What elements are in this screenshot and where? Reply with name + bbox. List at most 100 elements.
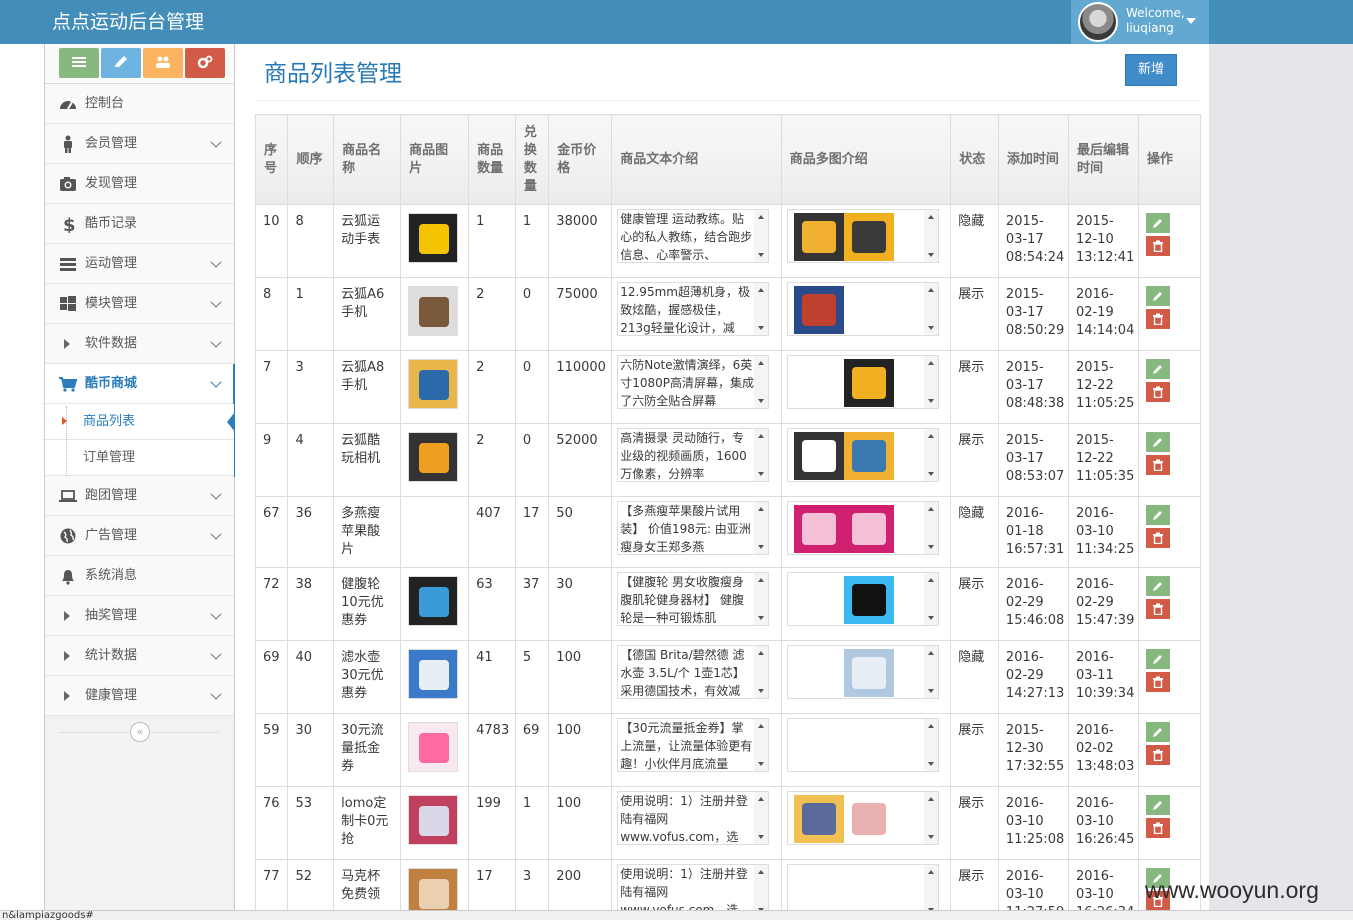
product-image[interactable] xyxy=(408,722,460,773)
description-textarea[interactable]: 使用说明：1）注册并登陆有福网www.vofus.com，选 xyxy=(617,791,770,845)
product-gallery-image[interactable] xyxy=(843,432,894,480)
scrollbar[interactable] xyxy=(923,502,938,554)
description-textarea[interactable]: 高清摄录 灵动随行，专业级的视频画质，1600万像素，分辨率 xyxy=(617,428,770,482)
scrollbar[interactable] xyxy=(923,429,938,481)
sidebar-item-sports[interactable]: 运动管理 xyxy=(45,244,234,284)
delete-button[interactable] xyxy=(1145,382,1170,402)
edit-button[interactable] xyxy=(1145,795,1170,815)
gallery-scrollbox[interactable] xyxy=(786,501,939,555)
shortcut-pencil-button[interactable] xyxy=(101,48,141,78)
add-product-button[interactable]: 新增 xyxy=(1125,54,1177,86)
app-title[interactable]: 点点运动后台管理 xyxy=(52,10,204,34)
delete-button[interactable] xyxy=(1145,672,1170,692)
product-image[interactable] xyxy=(408,649,460,700)
scrollbar[interactable] xyxy=(923,283,938,335)
column-header[interactable]: 序号 xyxy=(254,114,289,205)
scrollbar[interactable] xyxy=(754,429,769,481)
sidebar-item-software-data[interactable]: 软件数据 xyxy=(45,324,234,364)
scrollbar[interactable] xyxy=(923,719,938,771)
scrollbar[interactable] xyxy=(754,719,769,771)
delete-button[interactable] xyxy=(1145,236,1170,256)
edit-button[interactable] xyxy=(1145,359,1170,379)
product-gallery-image[interactable] xyxy=(843,649,894,697)
column-header[interactable]: 商品名称 xyxy=(333,114,402,205)
shortcut-group-button[interactable] xyxy=(143,48,183,78)
gallery-scrollbox[interactable] xyxy=(786,209,939,263)
product-gallery-image[interactable] xyxy=(843,795,894,843)
product-gallery-image[interactable] xyxy=(793,795,844,843)
caret-down-icon[interactable] xyxy=(1186,18,1196,24)
product-image[interactable] xyxy=(408,213,460,264)
edit-button[interactable] xyxy=(1145,576,1170,596)
gallery-scrollbox[interactable] xyxy=(786,791,939,845)
gallery-scrollbox[interactable] xyxy=(786,645,939,699)
sidebar-item-dashboard[interactable]: 控制台 xyxy=(45,84,234,124)
sidebar-item-messages[interactable]: 系统消息 xyxy=(45,556,234,596)
description-textarea[interactable]: 12.95mm超薄机身，极致炫酷，握感极佳，213g轻量化设计，减 xyxy=(617,282,770,336)
product-gallery-image[interactable] xyxy=(843,576,894,624)
delete-button[interactable] xyxy=(1145,309,1170,329)
product-gallery-image[interactable] xyxy=(843,359,894,407)
scrollbar[interactable] xyxy=(923,646,938,698)
edit-button[interactable] xyxy=(1145,505,1170,525)
column-header[interactable]: 操作 xyxy=(1137,114,1202,205)
description-textarea[interactable]: 【健腹轮 男女收腹瘦身 腹肌轮健身器材】 健腹轮是一种可锻炼肌 xyxy=(617,572,770,626)
gallery-scrollbox[interactable] xyxy=(786,572,939,626)
gallery-scrollbox[interactable] xyxy=(786,428,939,482)
sidebar-item-statistics[interactable]: 统计数据 xyxy=(45,636,234,676)
product-image[interactable] xyxy=(408,432,460,483)
sidebar-item-members[interactable]: 会员管理 xyxy=(45,124,234,164)
sidebar-item-health[interactable]: 健康管理 xyxy=(45,676,234,716)
sidebar-item-lottery[interactable]: 抽奖管理 xyxy=(45,596,234,636)
collapse-sidebar-icon[interactable]: « xyxy=(130,722,150,742)
sidebar-item-modules[interactable]: 模块管理 xyxy=(45,284,234,324)
scrollbar[interactable] xyxy=(923,210,938,262)
product-gallery-image[interactable] xyxy=(793,432,844,480)
scrollbar[interactable] xyxy=(923,573,938,625)
column-header[interactable]: 金币价格 xyxy=(548,114,613,205)
description-textarea[interactable]: 六防Note激情演绎，6英寸1080P高清屏幕，集成了六防全贴合屏幕 xyxy=(617,355,770,409)
scrollbar[interactable] xyxy=(754,502,769,554)
scrollbar[interactable] xyxy=(754,573,769,625)
product-image[interactable] xyxy=(408,576,460,627)
user-menu[interactable]: Welcome, liuqiang xyxy=(1071,0,1209,44)
product-image[interactable] xyxy=(408,286,460,337)
column-header[interactable]: 商品数量 xyxy=(468,114,516,205)
gallery-scrollbox[interactable] xyxy=(786,718,939,772)
delete-button[interactable] xyxy=(1145,528,1170,548)
scrollbar[interactable] xyxy=(923,792,938,844)
edit-button[interactable] xyxy=(1145,286,1170,306)
column-header[interactable]: 商品多图介绍 xyxy=(780,114,952,205)
scrollbar[interactable] xyxy=(754,646,769,698)
product-image[interactable] xyxy=(408,359,460,410)
description-textarea[interactable]: 【30元流量抵金券】掌上流量，让流量体验更有趣！小伙伴月底流量 xyxy=(617,718,770,772)
column-header[interactable]: 兑换数量 xyxy=(514,114,550,205)
description-textarea[interactable]: 【多燕瘦苹果酸片试用装】 价值198元: 由亚洲瘦身女王郑多燕 xyxy=(617,501,770,555)
column-header[interactable]: 状态 xyxy=(950,114,999,205)
edit-button[interactable] xyxy=(1145,722,1170,742)
sidebar-item-discover[interactable]: 发现管理 xyxy=(45,164,234,204)
column-header[interactable]: 顺序 xyxy=(287,114,335,205)
column-header[interactable]: 商品图片 xyxy=(400,114,470,205)
product-image[interactable] xyxy=(408,795,460,846)
product-gallery-image[interactable] xyxy=(793,286,844,334)
description-textarea[interactable]: 【德国 Brita/碧然德 滤水壶 3.5L/个 1壶1芯】 采用德国技术，有效… xyxy=(617,645,770,699)
scrollbar[interactable] xyxy=(754,792,769,844)
scrollbar[interactable] xyxy=(923,356,938,408)
delete-button[interactable] xyxy=(1145,745,1170,765)
sidebar-item-ads[interactable]: 广告管理 xyxy=(45,516,234,556)
sidebar-item-coins[interactable]: $ 酷币记录 xyxy=(45,204,234,244)
delete-button[interactable] xyxy=(1145,599,1170,619)
product-gallery-image[interactable] xyxy=(843,505,894,553)
product-gallery-image[interactable] xyxy=(793,213,844,261)
product-gallery-image[interactable] xyxy=(843,213,894,261)
gallery-scrollbox[interactable] xyxy=(786,282,939,336)
column-header[interactable]: 最后编辑时间 xyxy=(1067,114,1139,205)
edit-button[interactable] xyxy=(1145,649,1170,669)
scrollbar[interactable] xyxy=(754,210,769,262)
column-header[interactable]: 商品文本介绍 xyxy=(611,114,782,205)
gallery-scrollbox[interactable] xyxy=(786,355,939,409)
shortcut-signal-button[interactable] xyxy=(59,48,99,78)
edit-button[interactable] xyxy=(1145,432,1170,452)
edit-button[interactable] xyxy=(1145,213,1170,233)
